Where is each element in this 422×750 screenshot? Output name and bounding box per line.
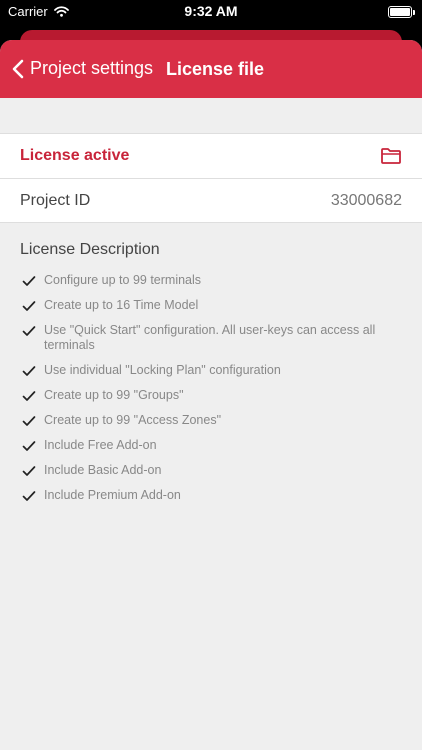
status-time: 9:32 AM bbox=[184, 3, 238, 19]
checkmark-icon bbox=[22, 326, 36, 336]
feature-text: Use "Quick Start" configuration. All use… bbox=[44, 323, 376, 352]
feature-list: Configure up to 99 terminals Create up to… bbox=[0, 273, 422, 503]
checkmark-icon bbox=[22, 466, 36, 476]
feature-text: Create up to 16 Time Model bbox=[44, 298, 199, 312]
battery-fill bbox=[390, 8, 410, 16]
feature-item: Include Basic Add-on bbox=[22, 463, 402, 478]
feature-text: Include Premium Add-on bbox=[44, 488, 181, 502]
feature-text: Include Basic Add-on bbox=[44, 463, 162, 477]
feature-item: Create up to 99 "Access Zones" bbox=[22, 413, 402, 428]
project-id-label: Project ID bbox=[20, 191, 91, 209]
back-button[interactable]: Project settings bbox=[12, 58, 153, 79]
feature-item: Include Free Add-on bbox=[22, 438, 402, 453]
project-id-value: 33000682 bbox=[330, 191, 402, 209]
feature-item: Use "Quick Start" configuration. All use… bbox=[22, 323, 402, 353]
checkmark-icon bbox=[22, 491, 36, 501]
chevron-left-icon bbox=[12, 59, 24, 78]
folder-icon[interactable] bbox=[380, 147, 402, 165]
feature-text: Configure up to 99 terminals bbox=[44, 273, 202, 287]
feature-text: Create up to 99 "Access Zones" bbox=[44, 413, 222, 427]
project-id-row: Project ID 33000682 bbox=[0, 178, 422, 223]
license-description-title: License Description bbox=[20, 241, 160, 258]
back-button-label: Project settings bbox=[30, 58, 154, 78]
feature-text: Include Free Add-on bbox=[44, 438, 157, 452]
feature-item: Create up to 99 "Groups" bbox=[22, 388, 402, 403]
checkmark-icon bbox=[22, 276, 36, 286]
checkmark-icon bbox=[22, 416, 36, 426]
status-bar: Carrier 9:32 AM bbox=[0, 0, 422, 26]
feature-text: Use individual "Locking Plan" configurat… bbox=[44, 363, 281, 377]
battery-cap bbox=[413, 10, 415, 15]
license-sheet: Project settings License file License ac… bbox=[0, 40, 422, 750]
license-status-row[interactable]: License active bbox=[0, 133, 422, 178]
checkmark-icon bbox=[22, 301, 36, 311]
checkmark-icon bbox=[22, 366, 36, 376]
checkmark-icon bbox=[22, 441, 36, 451]
checkmark-icon bbox=[22, 391, 36, 401]
feature-item: Create up to 16 Time Model bbox=[22, 298, 402, 313]
feature-item: Use individual "Locking Plan" configurat… bbox=[22, 363, 402, 378]
feature-text: Create up to 99 "Groups" bbox=[44, 388, 184, 402]
battery-icon bbox=[388, 6, 415, 18]
license-status-label: License active bbox=[20, 147, 130, 164]
feature-item: Configure up to 99 terminals bbox=[22, 273, 402, 288]
navigation-bar: Project settings License file bbox=[0, 40, 422, 98]
page-title: License file bbox=[166, 59, 265, 79]
feature-item: Include Premium Add-on bbox=[22, 488, 402, 503]
